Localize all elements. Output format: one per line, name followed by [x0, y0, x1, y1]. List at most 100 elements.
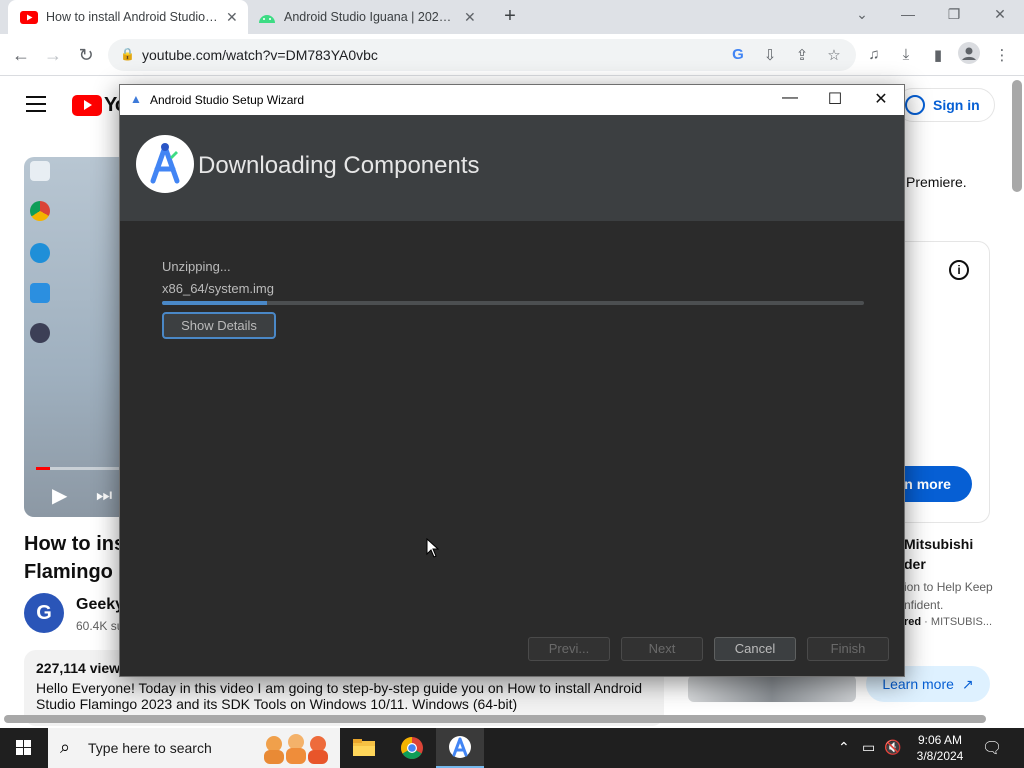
close-tab-icon[interactable]: ✕ [226, 9, 238, 26]
vertical-scrollbar[interactable] [1012, 80, 1022, 192]
vscode-desktop-icon [30, 283, 50, 303]
tab-android-studio[interactable]: Android Studio Iguana | 2023.2.1 ✕ [250, 0, 488, 34]
youtube-icon [20, 10, 38, 24]
recycle-bin-icon [30, 161, 50, 181]
edge-desktop-icon [30, 243, 50, 263]
video-title-line: Flamingo I [24, 561, 124, 583]
minimize-icon[interactable]: — [778, 89, 802, 107]
youtube-icon [72, 95, 102, 116]
side-panel-icon[interactable]: ▮ [928, 46, 948, 64]
status-text: Unzipping... [162, 259, 231, 274]
show-details-button[interactable]: Show Details [162, 312, 276, 339]
browser-tab-strip: How to install Android Studio on ✕ Andro… [0, 0, 1024, 34]
video-title-line: How to inst [24, 533, 124, 555]
dialog-titlebar[interactable]: ▲ Android Studio Setup Wizard — ☐ ✕ [120, 85, 904, 115]
channel-subscribers: 60.4K su [76, 619, 120, 633]
media-controls-icon[interactable]: ♫ [864, 46, 884, 63]
tab-title: How to install Android Studio on [46, 10, 218, 24]
learn-more-label: Learn more [882, 676, 954, 692]
close-icon[interactable]: ✕ [869, 89, 893, 109]
sign-in-button[interactable]: Sign in [896, 88, 995, 122]
tab-youtube[interactable]: How to install Android Studio on ✕ [8, 0, 248, 34]
ad-sponsor: red · MITSUBIS... [904, 616, 992, 628]
android-studio-icon: ▲ [130, 92, 142, 106]
progress-bar [162, 301, 864, 305]
android-studio-taskbar-icon[interactable] [436, 728, 484, 768]
cancel-button[interactable]: Cancel [714, 637, 796, 661]
notification-center-icon[interactable]: 🗨 [982, 738, 1002, 758]
ad-title: Mitsubishi der [904, 534, 994, 574]
chrome-menu-icon[interactable]: ⋮ [992, 46, 1012, 64]
hamburger-menu-icon[interactable] [26, 96, 46, 117]
back-icon[interactable]: ← [10, 44, 32, 66]
youtube-logo[interactable]: Yo [72, 94, 127, 117]
description-text: Studio Flamingo 2023 and its SDK Tools o… [36, 696, 518, 712]
close-window-icon[interactable]: ✕ [990, 6, 1010, 23]
info-icon[interactable]: i [949, 260, 969, 280]
channel-avatar[interactable]: G [24, 593, 64, 633]
clock-date: 3/8/2024 [916, 749, 964, 763]
setup-wizard-dialog: ▲ Android Studio Setup Wizard — ☐ ✕ Down… [119, 84, 905, 677]
chrome-desktop-icon [30, 201, 50, 221]
restore-icon[interactable]: ❐ [944, 6, 964, 23]
next-video-icon[interactable]: ⏭ [96, 485, 112, 506]
current-file-text: x86_64/system.img [162, 281, 274, 296]
mouse-cursor-icon [426, 538, 440, 558]
channel-name[interactable]: Geeky [76, 596, 120, 614]
lock-icon[interactable]: 🔒 [120, 47, 135, 61]
google-translate-icon[interactable]: G [728, 46, 748, 63]
ad-subtitle: ion to Help Keep nfident. [904, 578, 1000, 614]
finish-button[interactable]: Finish [807, 637, 889, 661]
android-studio-logo [136, 135, 194, 193]
search-highlight-illustration [264, 734, 328, 764]
android-studio-desktop-icon [30, 323, 50, 343]
ad-title-line: der [904, 556, 926, 572]
next-button[interactable]: Next [621, 637, 703, 661]
clock-time: 9:06 AM [917, 733, 963, 747]
network-icon[interactable]: ▭ [862, 739, 875, 756]
search-icon: ⌕ [60, 737, 71, 757]
windows-taskbar: ⌕ Type here to search ⌃ ▭ 🔇 9:06 AM 3/8/… [0, 728, 1024, 768]
dialog-header: Downloading Components [120, 115, 904, 221]
chrome-taskbar-icon[interactable] [388, 728, 436, 768]
taskbar-clock[interactable]: 9:06 AM 3/8/2024 [910, 732, 970, 764]
ad-subtitle-line: ion to Help Keep [904, 580, 993, 594]
video-player[interactable]: ▶ ⏭ [24, 157, 124, 517]
volume-muted-icon[interactable]: 🔇 [884, 739, 901, 756]
tab-search-icon[interactable]: ⌄ [852, 6, 872, 23]
share-icon[interactable]: ⇪ [792, 46, 812, 64]
downloads-icon[interactable]: ⤓ [896, 46, 916, 63]
dialog-title: Android Studio Setup Wizard [150, 93, 305, 107]
profile-icon[interactable] [958, 42, 980, 68]
ad-thumbnail[interactable] [688, 675, 856, 702]
close-tab-icon[interactable]: ✕ [464, 9, 476, 26]
install-app-icon[interactable]: ⇩ [760, 46, 780, 64]
search-placeholder: Type here to search [88, 740, 212, 756]
external-link-icon: ↗ [961, 675, 974, 692]
bookmark-star-icon[interactable]: ☆ [824, 46, 844, 64]
reload-icon[interactable]: ↻ [75, 44, 97, 66]
taskbar-search-box[interactable]: ⌕ Type here to search [48, 728, 340, 768]
horizontal-scrollbar[interactable] [4, 715, 986, 723]
file-explorer-taskbar-icon[interactable] [340, 728, 388, 768]
android-icon [259, 15, 275, 23]
windows-logo-icon [16, 740, 31, 755]
account-icon [905, 95, 925, 115]
show-hidden-icons-icon[interactable]: ⌃ [838, 739, 850, 756]
minimize-icon[interactable]: — [898, 6, 918, 22]
tab-title: Android Studio Iguana | 2023.2.1 [284, 10, 454, 24]
dialog-body: Unzipping... x86_64/system.img Show Deta… [120, 221, 904, 676]
ad-title-line: Mitsubishi [904, 536, 974, 552]
play-icon[interactable]: ▶ [52, 483, 67, 508]
premiere-text: Premiere. [906, 174, 967, 190]
sponsor-name: · MITSUBIS... [921, 616, 993, 628]
maximize-icon[interactable]: ☐ [823, 89, 847, 109]
forward-icon[interactable]: → [42, 44, 64, 66]
start-button[interactable] [0, 728, 48, 768]
previous-button[interactable]: Previ... [528, 637, 610, 661]
video-title: How to inst Flamingo I [24, 530, 124, 586]
browser-toolbar: ← → ↻ 🔒 youtube.com/watch?v=DM783YA0vbc … [0, 34, 1024, 76]
new-tab-button[interactable]: + [498, 5, 522, 29]
sponsored-label: red [904, 616, 922, 628]
video-progress-bar[interactable] [36, 467, 124, 470]
